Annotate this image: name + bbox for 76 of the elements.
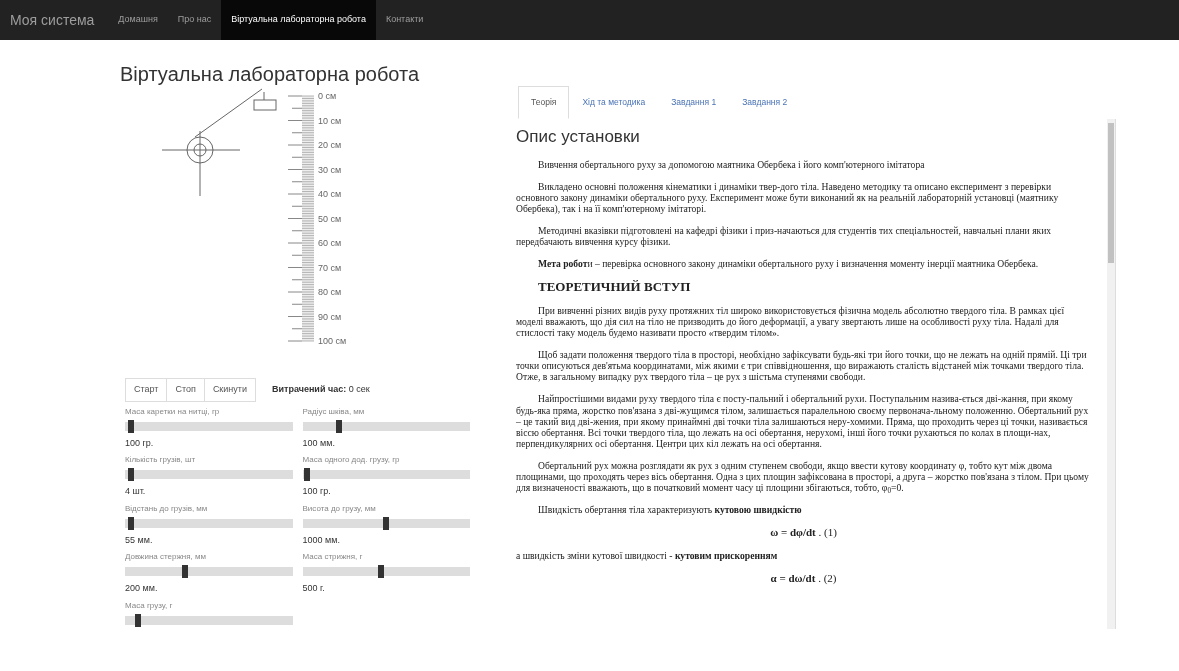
slider-track[interactable] [302, 518, 470, 528]
nav-link[interactable]: Про нас [167, 0, 222, 40]
slider-value: 200 мм. [125, 582, 159, 595]
slider-value: 500 г. [302, 582, 326, 595]
slider-value: 100 гр. [125, 436, 155, 450]
nav-link[interactable]: Домашня [108, 0, 168, 40]
tab[interactable]: Хід та методика [569, 86, 659, 119]
section-heading: ТЕОРЕТИЧНИЙ ВСТУП [538, 280, 692, 296]
paragraph: При вивченні різних видів руху протяжних тіл широко використовується фізична модель абсолютно твердого тіла. В рамках цієї моделі вважають, що дія сил на тіло не призводить до його деформації, а увагу звертають лише на особливості руху тіла. Надалі для стислості таку модель будемо називати просто «твердим тілом». [516, 305, 1066, 339]
slider-value: 1000 мм. [302, 533, 341, 547]
slider-thumb[interactable] [382, 516, 389, 530]
brand-name[interactable]: Моя система [10, 9, 95, 31]
slider-track[interactable] [302, 567, 470, 576]
slider-label: Висота до грузу, мм [302, 502, 377, 515]
slider-value: 100 мм. [302, 436, 336, 450]
paragraph: а швидкість зміни кутової швидкості - кутовим прискоренням [516, 550, 779, 562]
slider-thumb[interactable] [128, 419, 135, 433]
slider-track[interactable] [125, 567, 293, 576]
slider-track[interactable] [302, 470, 470, 479]
ruler-label: 60 см [318, 238, 342, 248]
equation: α = dω/dt . (2) [769, 572, 838, 586]
slider-label: Маса каретки на нитці, гр [125, 405, 221, 418]
elapsed-time: Витрачений час: 0 сек [271, 383, 370, 396]
slider-label: Маса одного дод. грузу, гр [302, 454, 401, 466]
slider-thumb[interactable] [181, 565, 188, 578]
slider-track[interactable] [302, 421, 470, 431]
slider-value: 4 шт. [125, 485, 147, 498]
paragraph: Вивчення обертального руху за допомогою маятника Обербека і його комп'ютерного імітатора [537, 159, 926, 171]
ruler-label: 0 см [318, 91, 337, 101]
paragraph: Методичні вказівки підготовлені на кафедрі фізики і приз-начаються для студентів тих спеціальностей, навчальні плани яких передбачають вивчення курсу фізики. [516, 225, 1053, 248]
control-button[interactable]: Стоп [166, 378, 205, 402]
control-button[interactable]: Скинути [203, 378, 256, 402]
equation: ω = dφ/dt . (1) [769, 525, 838, 539]
slider-label: Кількість грузів, шт [125, 454, 197, 466]
slider-thumb[interactable] [336, 419, 342, 433]
slider-track[interactable] [125, 470, 293, 479]
slider-value: 100 гр. [302, 485, 332, 498]
slider-thumb[interactable] [128, 468, 135, 481]
control-button[interactable]: Старт [125, 378, 168, 402]
page-title: Віртуальна лабораторна робота [120, 62, 421, 86]
tab[interactable]: Теорія [518, 86, 570, 119]
paragraph: Обертальний рух можна розглядати як рух з одним ступенем свободи, якщо ввести кутову координату φ, тобто кут між двома площинами, що проходять через вісь обертання. Одна з цих площин зафіксована в просторі, а друга – жорстко пов'язана з тілом. При цьому для визначеності вважають, що в початковий момент часу ці площини збігаються, тобто, φ$_{0}$=0. [516, 459, 1090, 493]
ruler-label: 70 см [318, 262, 342, 273]
slider-track[interactable] [125, 615, 293, 625]
scrollbar[interactable] [1107, 118, 1115, 629]
slider-label: Довжина стержня, мм [125, 551, 208, 563]
nav-link[interactable]: Віртуальна лабораторна робота [221, 0, 376, 40]
section-heading: Опис установки [516, 126, 641, 148]
paragraph: Мета роботи – перевірка основного закону динаміки обертального руху і визначення моменту інерції маятника Обербека. [537, 258, 1040, 270]
nav-link[interactable]: Контакти [375, 0, 434, 40]
ruler-label: 50 см [318, 213, 342, 224]
ruler-label: 10 см [318, 115, 342, 126]
slider-value: 55 мм. [125, 533, 154, 547]
paragraph: Викладено основні положення кінематики і динаміки твер-дого тіла. Наведено методику та описано експеримент з перевірки основного закону динаміки обертального руху. Експеримент може бути виконаний як на реальній лабораторній установці (маятнику Обербека), так і на її комп'ютерному імітаторі. [516, 181, 1060, 215]
tab[interactable]: Завдання 1 [658, 86, 730, 119]
ruler-label: 20 см [318, 140, 342, 150]
scrollbar-thumb[interactable] [1108, 122, 1114, 263]
paragraph: Найпростішими видами руху твердого тіла є посту-пальний і обертальний рухи. Поступальним назива-ється дві-жання, при якому будь-яка пряма, жорстко пов'язана з дві-жущимся тілом, залишається паралельною своєму первонача-льному положенню. Обертальний рух – це такий вид дві-жения, при якому принаймні дві точки тіла залишаються неру-хомими. Пряма, що проходить через ці точки, називається віссю обертання. Всі точки твердого тіла, що лежать на осі обертання, нерухомі, інші його точки рухаються по колах в площи-нах, перпендикулярних осі обертання. Центри цих кіл лежать на осі обертання. [516, 393, 1090, 449]
tab[interactable]: Завдання 2 [729, 86, 801, 119]
slider-thumb[interactable] [135, 613, 142, 627]
slider-thumb[interactable] [304, 468, 311, 481]
paragraph: Швидкість обертання тіла характеризують кутовою швидкістю [537, 503, 803, 515]
slider-thumb[interactable] [377, 565, 384, 578]
slider-label: Маса стрижня, г [302, 551, 364, 563]
ruler-label: 30 см [318, 164, 342, 175]
slider-track[interactable] [125, 518, 293, 528]
slider-track[interactable] [125, 421, 293, 431]
paragraph: Щоб задати положення твердого тіла в просторі, необхідно зафіксувати будь-які три його точки, що не лежать на одній прямій. Ці три точки описуються дев'ятьма координатами, між якими є три співвідношення, що виражають сталість відстаней між точками твердого тіла. Отже, в загальному випадку рух твердого тіла – це рух з шістьма ступенями свободи. [516, 349, 1088, 383]
ruler-label: 100 см [318, 336, 347, 346]
slider-label: Відстань до грузів, мм [125, 502, 209, 515]
slider-label: Маса грузу, г [125, 599, 174, 612]
slider-thumb[interactable] [128, 516, 135, 530]
ruler-label: 80 см [318, 287, 342, 297]
slider-label: Радіус шківа, мм [302, 405, 366, 418]
ruler-label: 40 см [318, 189, 342, 199]
ruler-label: 90 см [318, 311, 342, 322]
